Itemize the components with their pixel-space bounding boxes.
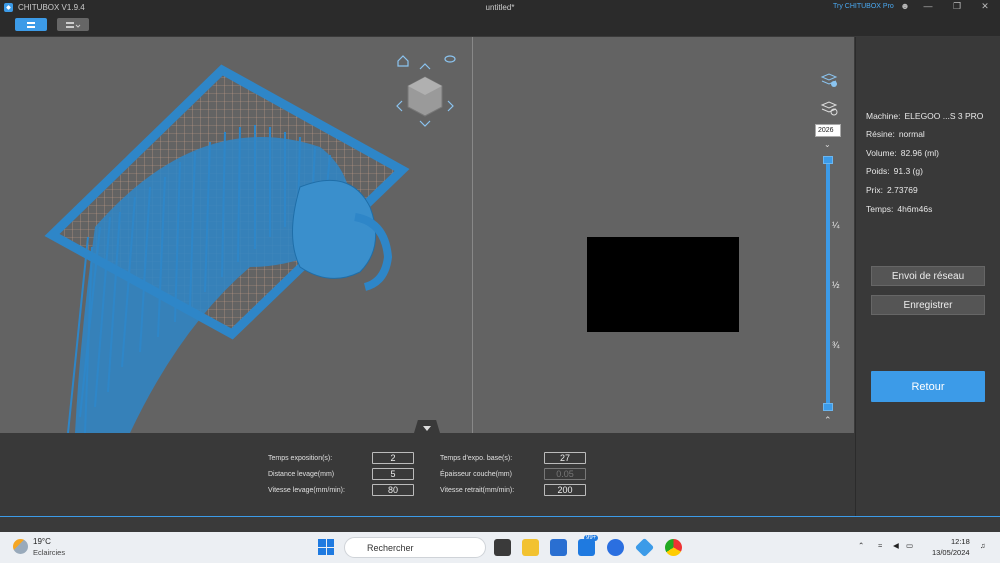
user-icon[interactable]: ☻ [898, 1, 912, 11]
lift-speed-input[interactable]: 80 [372, 484, 414, 496]
3d-viewport[interactable] [0, 37, 472, 433]
slider-mark-half: ½ [832, 280, 840, 290]
volume-icon[interactable]: ◀ [893, 541, 899, 550]
lift-distance-input[interactable]: 5 [372, 468, 414, 480]
layer-number-value: 2026 [818, 127, 834, 134]
slice-mode-button[interactable] [57, 18, 89, 31]
slider-mark-three-quarters: ¾ [832, 340, 840, 350]
tray-overflow-chevron-icon[interactable]: ⌃ [858, 541, 864, 550]
arrow-right-icon [447, 100, 454, 112]
info-volume: Volume: 82.96 (ml) [866, 148, 939, 158]
app-title: CHITUBOX V1.9.4 [18, 2, 85, 12]
layer-down-chevron-icon[interactable]: ⌄ [824, 140, 831, 149]
layer-slider-track[interactable] [826, 160, 830, 407]
print-parameters-panel: Temps exposition(s): 2 Distance levage(m… [0, 420, 855, 516]
chrome-icon[interactable] [665, 539, 682, 556]
base-exposure-label: Temps d'expo. base(s): [440, 455, 513, 462]
battery-icon[interactable]: ▭ [906, 541, 913, 550]
chitubox-logo-icon [4, 2, 13, 12]
mail-icon[interactable] [578, 539, 595, 556]
try-pro-link[interactable]: Try CHITUBOX Pro [833, 3, 894, 10]
arrow-left-icon [396, 100, 403, 112]
layer-thickness-label: Épaisseur couche(mm) [440, 471, 512, 478]
retract-speed-label: Vitesse retrait(mm/min): [440, 487, 515, 494]
weather-description[interactable]: Eclaircies [33, 548, 65, 557]
layers-hide-icon[interactable] [820, 99, 838, 117]
layer-preview-image [587, 237, 739, 332]
info-weight: Poids: 91.3 (g) [866, 166, 923, 176]
back-button[interactable]: Retour [871, 371, 985, 402]
toolbar [0, 14, 1000, 36]
mail-badge: 99+ [584, 535, 599, 541]
info-machine: Machine: ELEGOO ...S 3 PRO [866, 111, 984, 121]
save-button[interactable]: Enregistrer [871, 295, 985, 315]
eye-icon [444, 55, 456, 63]
close-icon[interactable]: ✕ [978, 1, 992, 12]
taskbar: 19°C Eclaircies Rechercher 99+ ⌃ ≈ ◀ ▭ 1… [0, 532, 1000, 563]
store-icon[interactable] [550, 539, 567, 556]
exposure-time-label: Temps exposition(s): [268, 455, 333, 462]
notification-bell-icon[interactable]: ♫ [980, 541, 986, 550]
weather-icon[interactable] [13, 539, 28, 554]
home-view-icon [397, 55, 409, 67]
layers-dropdown-icon [66, 21, 81, 28]
view-cube[interactable] [390, 49, 460, 129]
layer-up-chevron-icon[interactable]: ⌃ [824, 415, 832, 426]
network-send-button[interactable]: Envoi de réseau [871, 266, 985, 286]
lift-distance-label: Distance levage(mm) [268, 471, 335, 478]
windows-start-icon[interactable] [318, 539, 334, 555]
layers-view-icon[interactable] [820, 71, 838, 89]
wifi-icon[interactable]: ≈ [878, 541, 882, 550]
layer-preview-viewport: 2026 ⌄ ¼ ½ ¾ ⌃ [473, 37, 854, 433]
maximize-icon[interactable]: ❐ [950, 1, 964, 12]
arrow-up-icon [419, 63, 431, 70]
slider-mark-quarter: ¼ [832, 220, 840, 230]
status-bar [0, 516, 1000, 532]
taskbar-search-input[interactable]: Rechercher [344, 537, 486, 558]
minimize-icon[interactable]: — [921, 1, 935, 11]
exposure-time-input[interactable]: 2 [372, 452, 414, 464]
layers-icon [27, 21, 35, 28]
clock-date[interactable]: 13/05/2024 [932, 548, 970, 557]
base-exposure-input[interactable]: 27 [544, 452, 586, 464]
task-view-icon[interactable] [494, 539, 511, 556]
lift-speed-label: Vitesse levage(mm/min): [268, 487, 345, 494]
layer-thickness-input: 0.05 [544, 468, 586, 480]
side-panel: Machine: ELEGOO ...S 3 PRO Résine: normal … [855, 37, 1000, 516]
info-time: Temps: 4h6m46s [866, 204, 933, 214]
layer-slider-top-handle[interactable] [823, 156, 833, 164]
layer-slider-bottom-handle[interactable] [823, 403, 833, 411]
file-explorer-icon[interactable] [522, 539, 539, 556]
arrow-down-icon [419, 120, 431, 127]
collapse-panel-toggle[interactable] [414, 420, 440, 433]
cortana-c-icon[interactable] [607, 539, 624, 556]
clock-time[interactable]: 12:18 [951, 537, 970, 546]
layer-number-input[interactable]: 2026 [815, 124, 841, 137]
chitubox-taskbar-icon[interactable] [634, 537, 655, 558]
preview-mode-button[interactable] [15, 18, 47, 31]
info-resin: Résine: normal [866, 129, 925, 139]
retract-speed-input[interactable]: 200 [544, 484, 586, 496]
weather-temperature[interactable]: 19°C [33, 537, 51, 546]
info-price: Prix: 2.73769 [866, 185, 918, 195]
